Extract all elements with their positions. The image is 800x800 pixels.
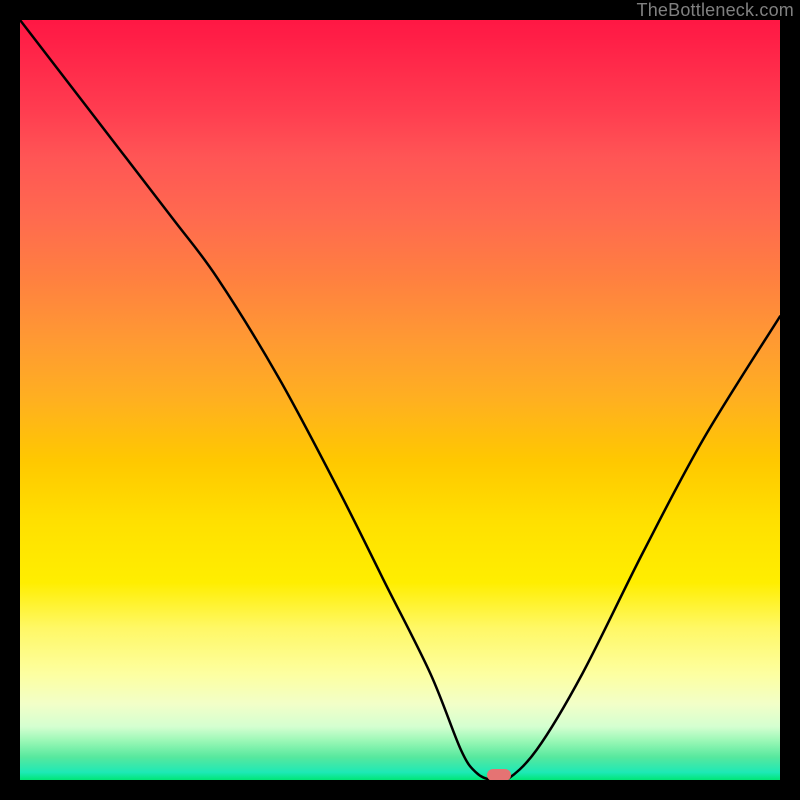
optimal-marker: [487, 769, 511, 780]
chart-frame: TheBottleneck.com: [0, 0, 800, 800]
curve-layer: [20, 20, 780, 780]
watermark-label: TheBottleneck.com: [637, 0, 794, 21]
bottleneck-curve: [20, 20, 780, 780]
plot-area: [20, 20, 780, 780]
